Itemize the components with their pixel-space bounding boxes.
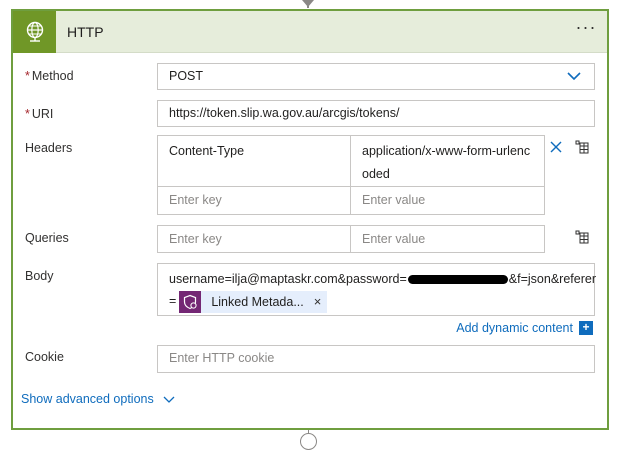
more-options-button[interactable]: ···	[575, 18, 597, 41]
add-dynamic-content-link[interactable]: Add dynamic content +	[456, 321, 593, 335]
query-key-input[interactable]: Enter key	[157, 225, 351, 253]
add-dynamic-content-label: Add dynamic content	[456, 321, 573, 335]
redacted-password	[407, 275, 508, 285]
uri-label-text: URI	[31, 107, 54, 121]
show-advanced-options-label: Show advanced options	[21, 392, 154, 406]
uri-label: * URI	[25, 107, 53, 121]
query-value-input[interactable]: Enter value	[350, 225, 545, 253]
method-label-text: Method	[31, 69, 74, 83]
header-value-placeholder: Enter value	[362, 193, 426, 207]
uri-input[interactable]: https://token.slip.wa.gov.au/arcgis/toke…	[157, 100, 595, 127]
body-line-1: username=ilja@maptaskr.com&password= &f=j…	[169, 268, 596, 290]
header-value-line1: application/x-www-form-urlenc	[362, 144, 531, 158]
dynamic-content-token[interactable]: Linked Metada... ×	[179, 290, 328, 313]
header-key-cell[interactable]: Content-Type	[157, 135, 351, 187]
token-label: Linked Metada...	[211, 294, 304, 309]
body-line2-prefix: =	[169, 294, 177, 308]
show-advanced-options-link[interactable]: Show advanced options	[21, 392, 175, 406]
plus-icon: +	[579, 321, 593, 335]
http-action-card: HTTP ··· * Method POST * URI https://token…	[11, 9, 609, 430]
switch-to-text-mode-icon[interactable]	[574, 229, 590, 248]
header-key-input[interactable]: Enter key	[157, 186, 351, 215]
required-marker: *	[25, 69, 30, 83]
flow-arrow-down-icon	[302, 0, 314, 7]
method-value: POST	[169, 69, 204, 83]
body-text-after: &f=json&referer	[508, 272, 596, 286]
header-value-input[interactable]: Enter value	[350, 186, 545, 215]
query-key-placeholder: Enter key	[169, 232, 222, 246]
chevron-down-icon	[163, 393, 175, 405]
body-text-before: username=ilja@maptaskr.com&password=	[169, 272, 407, 286]
token-close-icon[interactable]: ×	[314, 291, 322, 313]
header-key-placeholder: Enter key	[169, 193, 222, 207]
cookie-input[interactable]: Enter HTTP cookie	[157, 345, 595, 373]
card-header[interactable]: HTTP ···	[13, 11, 607, 53]
headers-label: Headers	[25, 141, 73, 155]
cookie-placeholder: Enter HTTP cookie	[169, 351, 275, 365]
method-select[interactable]: POST	[157, 63, 595, 90]
body-line-2: = Linked Metada... ×	[169, 290, 583, 313]
card-title: HTTP	[67, 24, 104, 40]
required-marker: *	[25, 107, 30, 121]
close-icon[interactable]	[548, 139, 564, 158]
insert-step-circle-icon[interactable]	[300, 433, 317, 450]
switch-to-text-mode-icon[interactable]	[574, 139, 590, 158]
shield-heart-icon	[179, 290, 202, 313]
queries-label: Queries	[25, 231, 69, 245]
body-label: Body	[25, 269, 54, 283]
query-value-placeholder: Enter value	[362, 232, 426, 246]
header-value-line2: oded	[362, 167, 390, 181]
method-label: * Method	[25, 69, 74, 83]
body-input[interactable]: username=ilja@maptaskr.com&password= &f=j…	[157, 263, 596, 316]
cookie-label: Cookie	[25, 350, 64, 364]
chevron-down-icon[interactable]	[566, 68, 582, 89]
header-value-cell[interactable]: application/x-www-form-urlenc oded	[350, 135, 545, 187]
globe-icon	[13, 11, 56, 53]
